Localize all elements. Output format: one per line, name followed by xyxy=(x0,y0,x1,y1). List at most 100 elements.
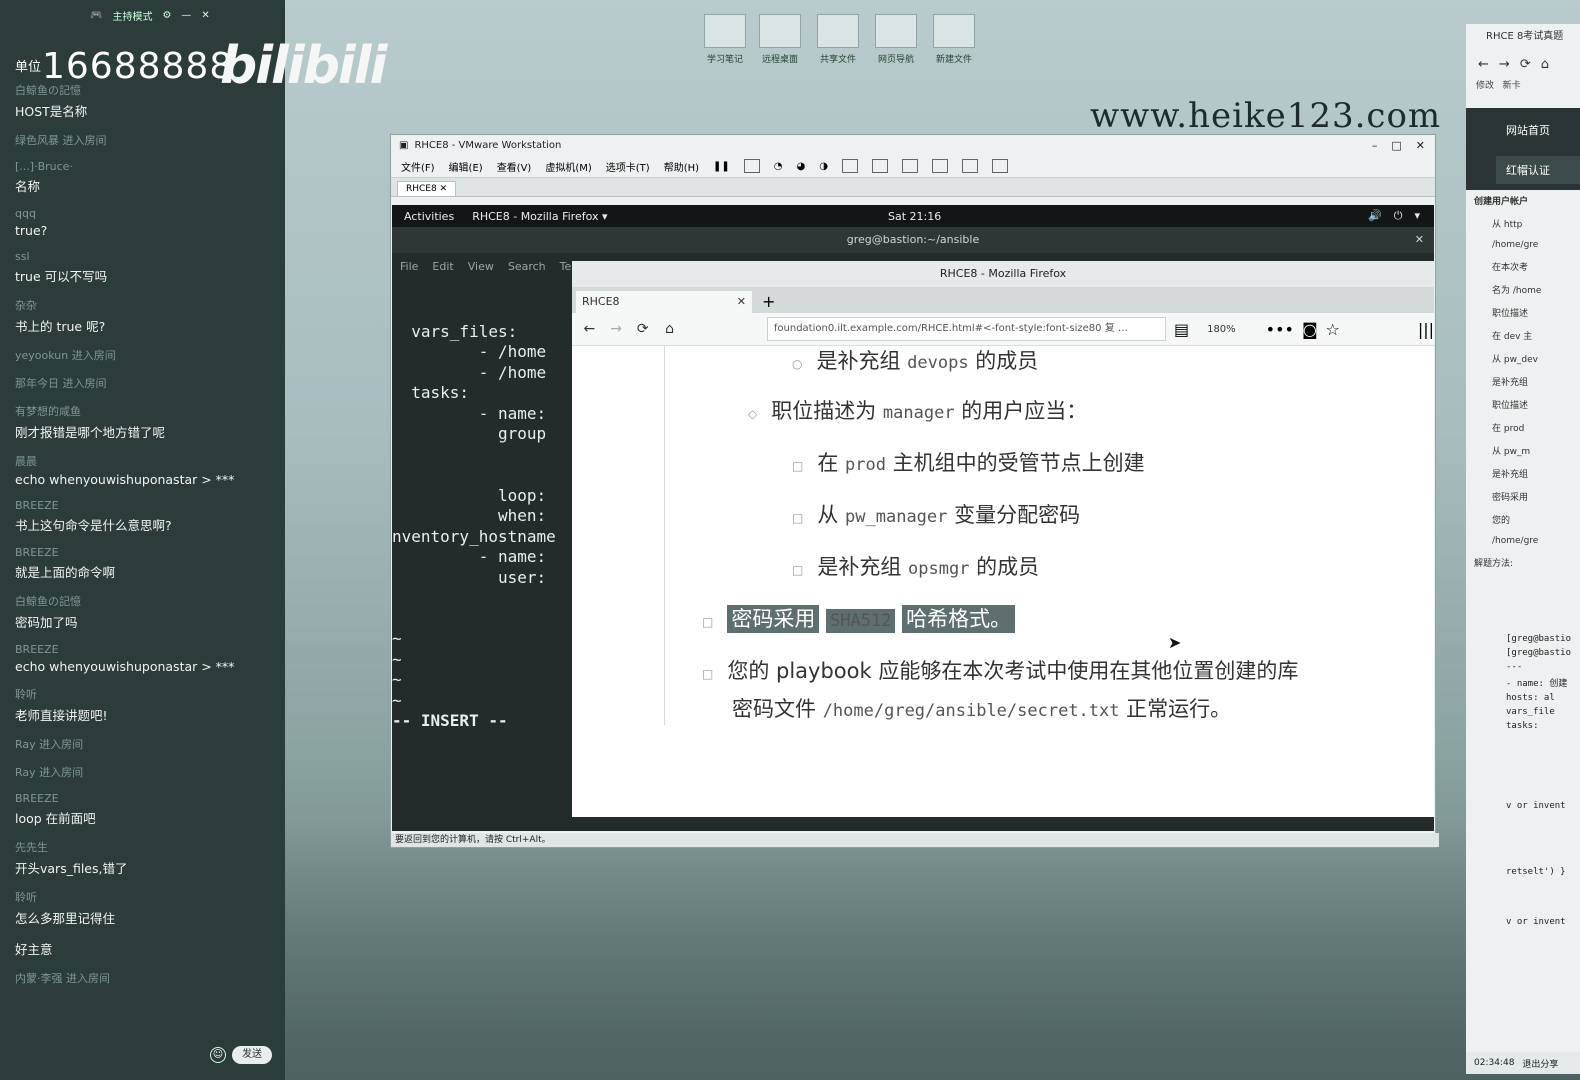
close-icon[interactable]: ✕ xyxy=(1416,139,1425,152)
menu-tabs[interactable]: 选项卡(T) xyxy=(606,159,650,174)
reload-icon[interactable]: ⟳ xyxy=(633,321,652,337)
home-icon[interactable]: ⌂ xyxy=(660,321,679,337)
snapshot-restore-icon[interactable]: ◕ xyxy=(797,161,806,172)
desktop-icon-label: 新建文件 xyxy=(935,55,972,65)
nav-redhat-cert[interactable]: 红帽认证 xyxy=(1496,156,1580,184)
sub-edit[interactable]: 修改 xyxy=(1476,81,1494,91)
new-tab-icon[interactable]: + xyxy=(762,291,775,313)
minimize-icon[interactable]: — xyxy=(181,10,191,21)
sub-new[interactable]: 新卡 xyxy=(1503,81,1521,91)
send-keys-icon[interactable] xyxy=(743,159,760,173)
gamepad-icon: 🎮 xyxy=(90,9,103,21)
desktop-icon-5[interactable]: 新建文件 xyxy=(929,14,979,74)
variable-name: pw_manager xyxy=(845,507,948,527)
forward-icon[interactable]: → xyxy=(1499,57,1510,72)
desktop-icon-1[interactable]: 学习笔记 xyxy=(700,14,750,74)
chevron-down-icon[interactable]: ▾ xyxy=(1414,209,1420,223)
chat-username: 聆听 xyxy=(15,688,37,701)
chat-text: 好主意 xyxy=(15,942,53,957)
terminal-line: group xyxy=(392,424,547,443)
menu-vm[interactable]: 虚拟机(M) xyxy=(545,159,591,174)
right-panel-nav-menu: 网站首页 红帽认证 xyxy=(1466,108,1580,190)
browser-tab[interactable]: RHCE8 ✕ xyxy=(576,291,752,313)
snapshot-icon[interactable]: ◔ xyxy=(774,161,783,172)
nav-home[interactable]: 网站首页 xyxy=(1466,108,1580,138)
right-panel-item: /home/gre xyxy=(1492,240,1539,250)
stretch-icon[interactable] xyxy=(992,159,1008,173)
desktop-icon-4[interactable]: 网页导航 xyxy=(871,14,921,74)
terminal-icon[interactable] xyxy=(962,159,978,173)
vmware-tabbar: RHCE8 ✕ xyxy=(391,178,1435,197)
home-icon[interactable]: ⌂ xyxy=(1541,57,1549,72)
chat-username: 白鲸鱼の記憶 xyxy=(15,84,81,97)
unity-icon[interactable] xyxy=(932,159,948,173)
gnome-topbar: Activities RHCE8 - Mozilla Firefox ▾ Sat… xyxy=(392,205,1434,227)
exit-share-button[interactable]: 退出分享 xyxy=(1522,1057,1558,1070)
emoji-icon[interactable]: ☺ xyxy=(210,1047,226,1063)
terminal-text[interactable]: vars_files: - /home - /home tasks: - nam… xyxy=(392,301,572,821)
pocket-icon[interactable]: ◙ xyxy=(1302,320,1318,339)
volume-icon[interactable]: 🔊 xyxy=(1368,209,1382,223)
close-icon[interactable]: ✕ xyxy=(201,10,209,21)
menu-help[interactable]: 帮助(H) xyxy=(664,159,699,174)
maximize-icon[interactable]: □ xyxy=(1391,139,1401,152)
chat-username: 白鲸鱼の記憶 xyxy=(15,595,81,608)
code-line: vars_file xyxy=(1506,707,1555,717)
text: 正常运行。 xyxy=(1119,697,1232,721)
code-line: v or invent xyxy=(1506,801,1566,811)
room-prefix: 单位 xyxy=(15,60,42,75)
term-menu-view[interactable]: View xyxy=(468,260,494,273)
code-line: tasks: xyxy=(1506,721,1539,731)
term-menu-file[interactable]: File xyxy=(400,260,418,273)
vm-tab-rhce8[interactable]: RHCE8 ✕ xyxy=(397,181,457,196)
menu-file[interactable]: 文件(F) xyxy=(401,159,435,174)
chat-text: true 可以不写吗 xyxy=(15,269,108,284)
reload-icon[interactable]: ⟳ xyxy=(1520,57,1531,72)
job-title: manager xyxy=(882,403,955,423)
bookmark-star-icon[interactable]: ☆ xyxy=(1326,320,1340,339)
library-icon[interactable]: ||| xyxy=(1418,320,1434,339)
terminal-line: ~ xyxy=(392,629,402,648)
reader-view-icon[interactable]: ▤ xyxy=(1174,320,1189,339)
text: 主机组中的受管节点上创建 xyxy=(885,451,1145,475)
right-panel-item: 是补充组 xyxy=(1492,378,1529,388)
term-menu-edit[interactable]: Edit xyxy=(432,260,453,273)
menu-view[interactable]: 查看(V) xyxy=(497,159,532,174)
guest-screen[interactable]: Activities RHCE8 - Mozilla Firefox ▾ Sat… xyxy=(392,205,1434,831)
app-menu[interactable]: RHCE8 - Mozilla Firefox ▾ xyxy=(472,210,607,223)
power-icon[interactable]: ⏻ xyxy=(1394,209,1403,223)
chat-message: Ray 进入房间 xyxy=(15,736,277,752)
console-view-icon[interactable] xyxy=(872,159,888,173)
close-tab-icon[interactable]: ✕ xyxy=(737,291,746,313)
desktop-icon-3[interactable]: 共享文件 xyxy=(813,14,863,74)
clock[interactable]: Sat 21:16 xyxy=(888,210,941,223)
minimize-icon[interactable]: – xyxy=(1372,139,1378,152)
chat-username: 杂杂 xyxy=(15,299,37,312)
right-panel-item: 是补充组 xyxy=(1492,470,1529,480)
menu-edit[interactable]: 编辑(E) xyxy=(449,159,483,174)
term-menu-search[interactable]: Search xyxy=(508,260,546,273)
close-icon[interactable]: ✕ xyxy=(1415,227,1424,253)
desktop-icon-2[interactable]: 远程桌面 xyxy=(755,14,805,74)
library-icon[interactable] xyxy=(842,159,858,173)
forward-icon[interactable]: → xyxy=(607,321,626,337)
pause-icon[interactable]: ❚❚ xyxy=(713,161,730,172)
more-icon[interactable]: ••• xyxy=(1266,320,1294,339)
shortcut-icon xyxy=(933,14,975,48)
settings-icon[interactable]: ⚙ xyxy=(162,10,171,21)
zoom-level[interactable]: 180% xyxy=(1207,324,1236,335)
activities-button[interactable]: Activities xyxy=(404,210,454,223)
chat-username: 那年今日 进入房间 xyxy=(15,377,107,390)
back-icon[interactable]: ← xyxy=(1478,57,1489,72)
chat-text: loop 在前面吧 xyxy=(15,811,96,826)
back-icon[interactable]: ← xyxy=(580,321,599,337)
req-line-playbook: □ 您的 playbook 应能够在本次考试中使用在其他位置创建的库 xyxy=(702,655,1298,685)
send-button[interactable]: 发送 xyxy=(232,1046,272,1064)
vmware-icon: ▣ xyxy=(399,139,409,151)
browser-tab-label: RHCE8 xyxy=(582,295,620,308)
url-bar[interactable]: foundation0.ilt.example.com/RHCE.html#<-… xyxy=(766,317,1166,341)
snapshot-manager-icon[interactable]: ◑ xyxy=(819,161,828,172)
fullscreen-icon[interactable] xyxy=(902,159,918,173)
